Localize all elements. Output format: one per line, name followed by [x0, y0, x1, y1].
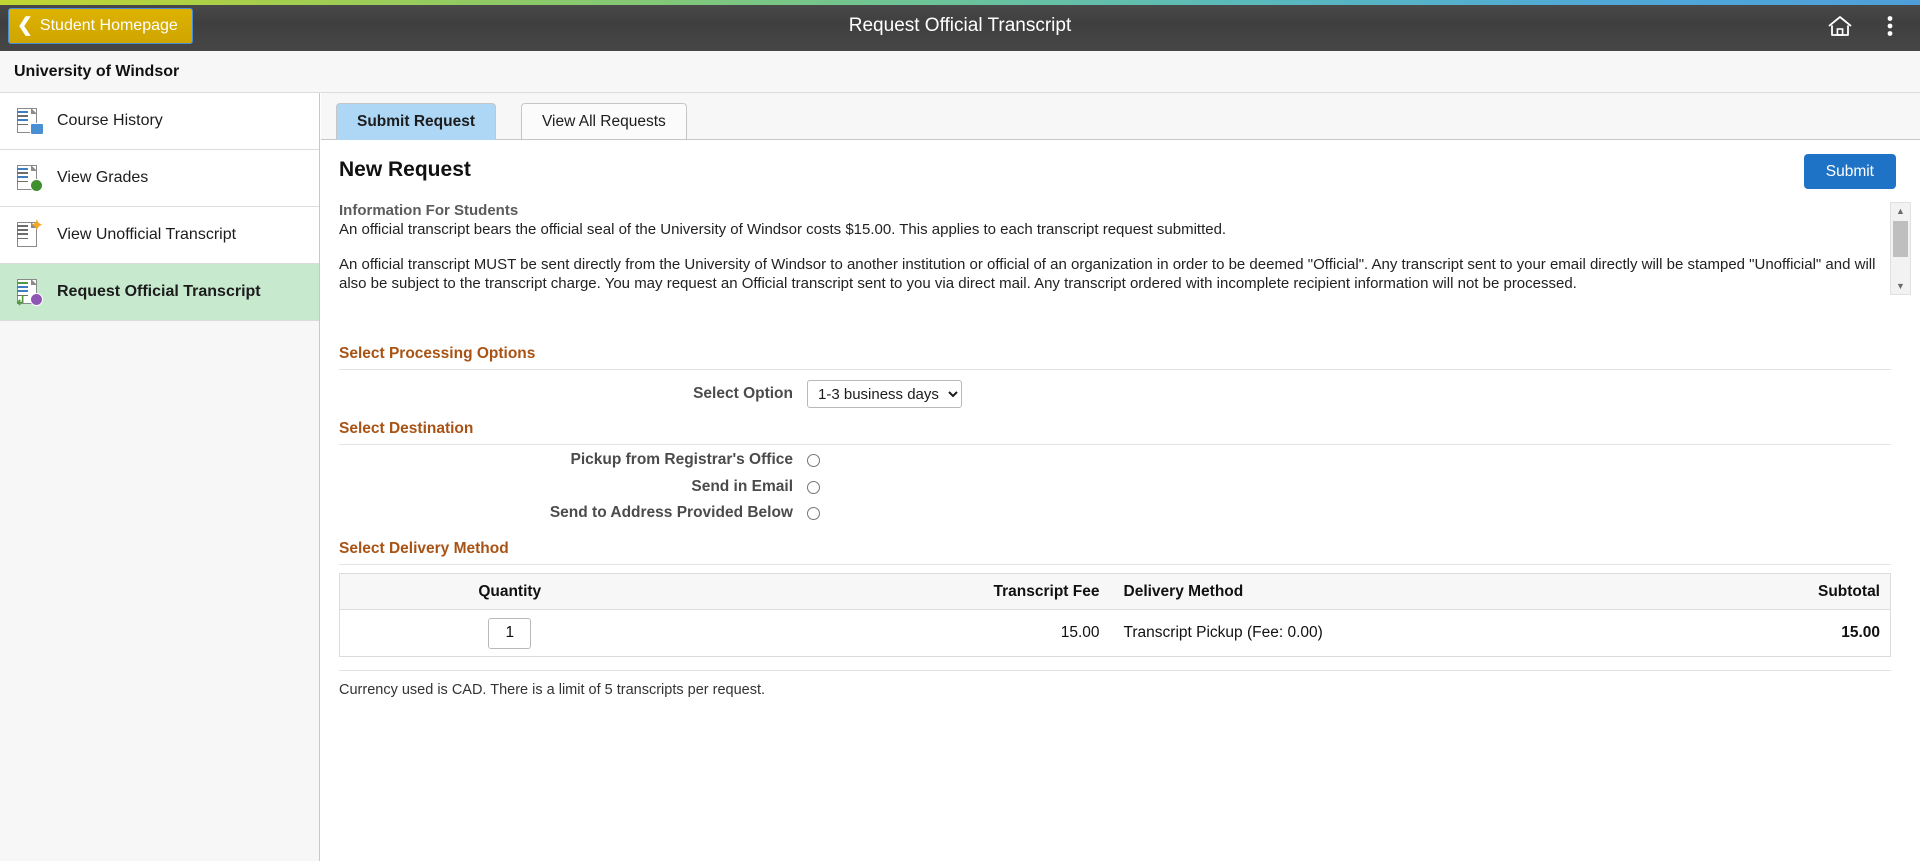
- sidebar-item-course-history[interactable]: Course History: [0, 93, 319, 150]
- section-heading-destination: Select Destination: [339, 420, 1891, 445]
- header-title-text: Request Official Transcript: [848, 14, 1072, 36]
- submit-request-panel: New Request Submit Information For Stude…: [321, 140, 1920, 861]
- scroll-down-arrow-icon[interactable]: ▼: [1891, 278, 1910, 294]
- institution-bar: University of Windsor: [0, 51, 1920, 93]
- column-header-subtotal: Subtotal: [1640, 573, 1891, 610]
- scroll-up-arrow-icon[interactable]: ▲: [1891, 203, 1910, 219]
- sidebar-item-label: View Grades: [57, 169, 149, 186]
- select-option-row: Select Option 1-3 business days: [339, 380, 1891, 408]
- sidebar-item-view-grades[interactable]: View Grades: [0, 150, 319, 207]
- view-grades-icon: [14, 163, 44, 193]
- tab-label: View All Requests: [542, 112, 666, 130]
- section-heading-delivery-method: Select Delivery Method: [339, 540, 1891, 565]
- footnote-divider: [339, 670, 1891, 671]
- institution-name: University of Windsor: [14, 63, 180, 80]
- course-history-icon: [14, 106, 44, 136]
- chevron-left-icon: ❮: [17, 14, 33, 36]
- select-option-dropdown[interactable]: 1-3 business days: [807, 380, 962, 408]
- cell-transcript-fee: 15.00: [679, 609, 1110, 657]
- tab-view-all-requests[interactable]: View All Requests: [521, 103, 687, 140]
- select-option-label: Select Option: [693, 385, 793, 402]
- tab-label: Submit Request: [357, 112, 475, 130]
- information-paragraph-2: An official transcript MUST be sent dire…: [339, 256, 1876, 292]
- information-for-students-block: Information For Students An official tra…: [339, 202, 1891, 294]
- destination-radio-pickup[interactable]: [807, 453, 820, 467]
- tab-bar: Submit Request View All Requests: [321, 93, 1920, 140]
- destination-option-email: Send in Email: [339, 478, 1891, 496]
- destination-option-label: Send to Address Provided Below: [549, 504, 793, 521]
- table-row: 15.00 Transcript Pickup (Fee: 0.00) 15.0…: [339, 609, 1891, 657]
- tab-submit-request[interactable]: Submit Request: [336, 103, 496, 140]
- delivery-method-table: Quantity Transcript Fee Delivery Method …: [339, 573, 1891, 657]
- submit-button[interactable]: Submit: [1803, 154, 1896, 189]
- unofficial-transcript-icon: ✦: [14, 217, 44, 250]
- information-heading: Information For Students: [339, 202, 519, 219]
- cell-subtotal: 15.00: [1640, 609, 1891, 657]
- destination-radio-email[interactable]: [807, 480, 820, 494]
- column-header-quantity: Quantity: [339, 573, 680, 610]
- destination-option-address: Send to Address Provided Below: [339, 504, 1891, 522]
- decorative-gradient-strip: [0, 0, 1920, 5]
- page-title: New Request: [339, 158, 471, 181]
- information-scrollbar[interactable]: ▲ ▼: [1890, 202, 1911, 295]
- cell-quantity: [339, 609, 680, 657]
- cell-delivery-method: Transcript Pickup (Fee: 0.00): [1109, 609, 1641, 657]
- home-icon[interactable]: [1822, 8, 1858, 44]
- table-header-row: Quantity Transcript Fee Delivery Method …: [339, 573, 1891, 610]
- scrollbar-thumb[interactable]: [1893, 221, 1908, 257]
- page-header-title: Request Official Transcript: [0, 0, 1920, 51]
- column-header-transcript-fee: Transcript Fee: [679, 573, 1110, 610]
- main-content: Submit Request View All Requests New Req…: [321, 93, 1920, 861]
- sidebar-item-label: View Unofficial Transcript: [57, 226, 237, 243]
- destination-radio-address[interactable]: [807, 506, 820, 520]
- section-heading-processing-options: Select Processing Options: [339, 345, 1891, 370]
- back-button-label: Student Homepage: [39, 17, 178, 34]
- quantity-input[interactable]: [488, 617, 532, 649]
- destination-option-pickup: Pickup from Registrar's Office: [339, 451, 1891, 469]
- kebab-menu-icon[interactable]: [1872, 8, 1908, 44]
- student-homepage-back-button[interactable]: ❮ Student Homepage: [8, 8, 193, 44]
- sidebar-item-view-unofficial-transcript[interactable]: ✦ View Unofficial Transcript: [0, 207, 319, 264]
- official-transcript-icon: ↲: [14, 277, 44, 307]
- destination-option-label: Send in Email: [691, 478, 793, 495]
- destination-option-label: Pickup from Registrar's Office: [570, 451, 793, 468]
- sidebar-item-request-official-transcript[interactable]: ↲ Request Official Transcript: [0, 264, 319, 321]
- sidebar-empty-space: [0, 321, 319, 861]
- app-header: ❮ Student Homepage Request Official Tran…: [0, 0, 1920, 51]
- currency-footnote: Currency used is CAD. There is a limit o…: [339, 682, 766, 698]
- sidebar-item-label: Request Official Transcript: [57, 283, 261, 300]
- column-header-delivery-method: Delivery Method: [1109, 573, 1641, 610]
- sidebar-nav: Course History View Grades ✦ View Unoffi…: [0, 93, 320, 861]
- sidebar-item-label: Course History: [57, 112, 163, 129]
- information-paragraph-1: An official transcript bears the officia…: [339, 221, 1227, 238]
